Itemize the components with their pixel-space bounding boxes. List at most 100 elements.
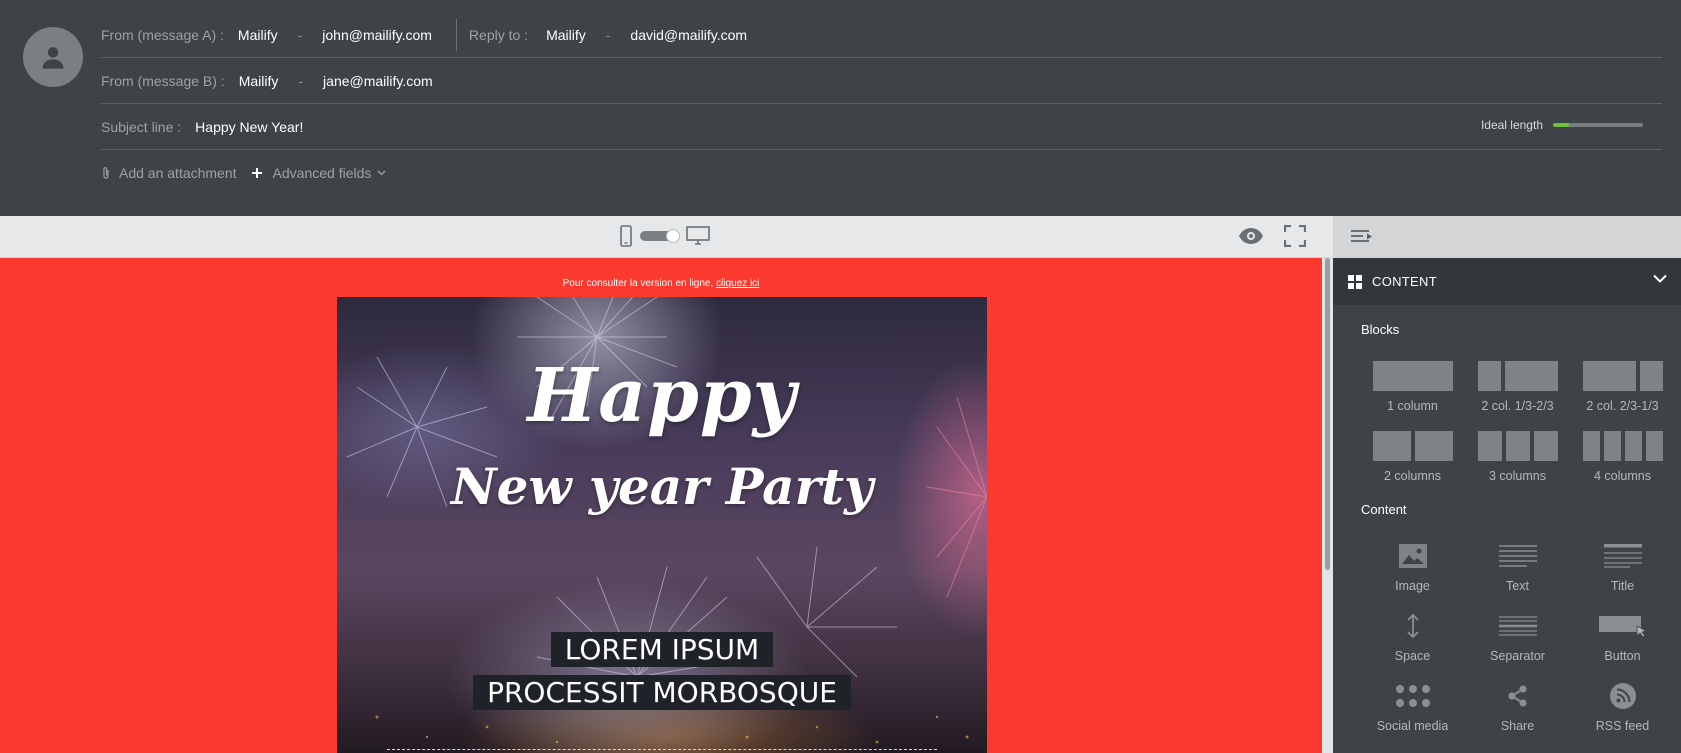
block-2-col-2-3-1-3-label: 2 col. 2/3-1/3	[1586, 399, 1659, 413]
editor-toolbar	[0, 216, 1333, 258]
content-social-media-label: Social media	[1376, 719, 1449, 733]
view-actions	[1238, 225, 1306, 247]
reply-to-email[interactable]: david@mailify.com	[630, 27, 747, 43]
online-version-text: Pour consulter la version en ligne,	[562, 278, 714, 289]
three-columns-icon	[1477, 431, 1558, 461]
content-panel-header[interactable]: CONTENT	[1333, 258, 1681, 305]
rss-feed-icon	[1609, 683, 1636, 709]
scrollbar-thumb[interactable]	[1325, 258, 1330, 570]
from-b-label: From (message B) :	[101, 72, 225, 89]
panel-toggle-bar	[1333, 216, 1681, 258]
content-separator[interactable]: Separator	[1465, 609, 1570, 663]
two-col-wide-narrow-icon	[1582, 361, 1663, 391]
block-3-columns[interactable]: 3 columns	[1465, 429, 1570, 483]
content-rss-feed[interactable]: RSS feed	[1570, 679, 1675, 733]
plus-icon	[251, 168, 262, 178]
content-rss-feed-label: RSS feed	[1595, 719, 1650, 733]
block-4-columns[interactable]: 4 columns	[1570, 429, 1675, 483]
two-columns-icon	[1372, 431, 1453, 461]
subject-input[interactable]: Happy New Year!	[195, 119, 303, 135]
block-1-column[interactable]: 1 column	[1360, 359, 1465, 413]
grid-icon	[1348, 274, 1362, 289]
advanced-fields-button[interactable]: Advanced fields	[251, 165, 387, 181]
content-space-label: Space	[1394, 649, 1431, 663]
reply-to-label: Reply to :	[468, 26, 529, 43]
content-space[interactable]: Space	[1360, 609, 1465, 663]
two-col-narrow-wide-icon	[1477, 361, 1558, 391]
content-panel-title: CONTENT	[1372, 274, 1437, 289]
block-2-col-1-3-2-3[interactable]: 2 col. 1/3-2/3	[1465, 359, 1570, 413]
from-b-email[interactable]: jane@mailify.com	[323, 73, 433, 89]
from-a-email[interactable]: john@mailify.com	[322, 27, 432, 43]
content-text[interactable]: Text	[1465, 539, 1570, 593]
text-icon	[1498, 545, 1537, 567]
device-toggle-knob	[666, 229, 680, 243]
subject-row: Subject line : Happy New Year! Ideal len…	[101, 104, 1662, 150]
hero-title: Happy	[527, 353, 797, 439]
share-icon	[1508, 685, 1526, 707]
from-b-name[interactable]: Mailify	[239, 73, 279, 89]
one-column-icon	[1372, 361, 1453, 391]
eye-icon[interactable]	[1238, 227, 1264, 245]
device-switcher	[620, 225, 710, 247]
chevron-down-icon[interactable]	[1653, 274, 1667, 283]
space-icon	[1406, 614, 1419, 638]
add-attachment-label: Add an attachment	[119, 165, 237, 181]
title-icon	[1603, 544, 1642, 568]
reply-to-name[interactable]: Mailify	[546, 27, 586, 43]
extras-row: Add an attachment Advanced fields	[101, 150, 1662, 196]
content-title[interactable]: Title	[1570, 539, 1675, 593]
device-toggle[interactable]	[640, 229, 680, 243]
social-media-icon	[1395, 685, 1430, 707]
hero-tag-2-text: PROCESSIT MORBOSQUE	[473, 675, 851, 710]
image-icon	[1398, 544, 1427, 568]
from-a-label: From (message A) :	[101, 26, 224, 43]
content-share[interactable]: Share	[1465, 679, 1570, 733]
add-attachment-button[interactable]: Add an attachment	[101, 165, 237, 181]
vertical-divider	[455, 18, 457, 51]
fullscreen-icon[interactable]	[1284, 225, 1306, 247]
hero-tag-1-text: LOREM IPSUM	[550, 632, 774, 667]
online-version-link[interactable]: cliquez ici	[716, 278, 759, 289]
content-separator-label: Separator	[1490, 649, 1545, 663]
canvas-scrollbar[interactable]	[1322, 258, 1333, 753]
content-button[interactable]: Button	[1570, 609, 1675, 663]
reply-to-separator: -	[605, 26, 611, 43]
desktop-icon[interactable]	[686, 226, 710, 246]
hero-subtitle: New year Party	[450, 457, 874, 516]
mobile-icon[interactable]	[620, 225, 632, 247]
button-icon	[1598, 616, 1647, 638]
ideal-length-fill	[1553, 123, 1570, 127]
user-icon	[42, 47, 64, 69]
hero-tag-1: LOREM IPSUM	[337, 632, 987, 667]
content-share-label: Share	[1500, 719, 1535, 733]
content-image[interactable]: Image	[1360, 539, 1465, 593]
email-canvas[interactable]: Pour consulter la version en ligne, cliq…	[0, 258, 1322, 753]
from-a-separator: -	[297, 26, 303, 43]
ideal-length-label: Ideal length	[1480, 118, 1543, 132]
subject-label: Subject line :	[101, 118, 182, 135]
block-2-col-2-3-1-3[interactable]: 2 col. 2/3-1/3	[1570, 359, 1675, 413]
ideal-length-track	[1553, 123, 1643, 127]
content-text-label: Text	[1506, 579, 1529, 593]
separator-icon	[1498, 616, 1537, 636]
block-2-columns[interactable]: 2 columns	[1360, 429, 1465, 483]
blocks-heading: Blocks	[1361, 322, 1400, 337]
hero-image-block[interactable]: Happy New year Party LOREM IPSUM PROCESS…	[337, 297, 987, 753]
content-social-media[interactable]: Social media	[1360, 679, 1465, 733]
block-2-col-1-3-2-3-label: 2 col. 1/3-2/3	[1481, 399, 1554, 413]
content-title-label: Title	[1610, 579, 1635, 593]
from-a-name[interactable]: Mailify	[238, 27, 278, 43]
from-b-separator: -	[298, 72, 304, 89]
content-panel: CONTENT Blocks 1 column 2 col. 1/3-2/3 2…	[1333, 258, 1681, 753]
block-1-column-label: 1 column	[1387, 399, 1438, 413]
message-header: From (message A) : Mailify - john@mailif…	[0, 0, 1681, 216]
online-version-note: Pour consulter la version en ligne, cliq…	[0, 278, 1322, 289]
block-4-columns-label: 4 columns	[1594, 469, 1651, 483]
ideal-length-meter: Ideal length	[1481, 118, 1643, 132]
panel-toggle-icon[interactable]	[1350, 229, 1374, 245]
avatar[interactable]	[23, 27, 83, 87]
content-heading: Content	[1361, 502, 1407, 517]
block-3-columns-label: 3 columns	[1489, 469, 1546, 483]
chevron-down-icon	[377, 170, 386, 176]
